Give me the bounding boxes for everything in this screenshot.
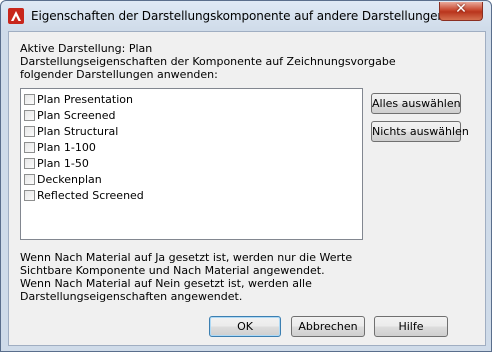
checkbox[interactable] [24,157,35,169]
list-item-label: Deckenplan [37,172,102,186]
list-item-plan-presentation[interactable]: Plan Presentation [24,91,133,107]
window-title: Eigenschaften der Darstellungskomponente… [31,9,484,23]
ok-button[interactable]: OK [209,316,281,337]
description-line-2: folgender Darstellungen anwenden: [20,68,218,81]
checkbox[interactable] [24,189,35,201]
list-item-deckenplan[interactable]: Deckenplan [24,171,102,187]
active-display-label: Aktive Darstellung: [20,42,126,55]
list-item-label: Plan Presentation [37,92,133,106]
dialog-window: Eigenschaften der Darstellungskomponente… [0,0,492,352]
checkbox[interactable] [24,93,35,105]
list-item-label: Plan 1-50 [37,156,89,170]
description-line-1: Darstellungseigenschaften der Komponente… [20,55,396,68]
list-item-label: Plan Structural [37,124,119,138]
autocad-app-icon [8,8,24,24]
info-line-3: Wenn Nach Material auf Nein gesetzt ist,… [20,277,312,290]
cancel-button[interactable]: Abbrechen [291,316,365,337]
list-item-plan-structural[interactable]: Plan Structural [24,123,118,139]
active-display-row: Aktive Darstellung: Plan [20,42,152,55]
list-item-plan-1-100[interactable]: Plan 1-100 [24,139,96,155]
select-none-button[interactable]: Nichts auswählen [371,121,469,142]
help-button[interactable]: Hilfe [374,316,448,337]
active-display-value: Plan [128,42,153,55]
close-button[interactable]: ✕ [439,1,483,21]
close-icon: ✕ [455,1,467,17]
checkbox[interactable] [24,125,35,137]
checkbox[interactable] [24,173,35,185]
checkbox[interactable] [24,141,35,153]
info-line-1: Wenn Nach Material auf Ja gesetzt ist, w… [20,251,353,264]
checkbox[interactable] [24,109,35,121]
info-line-4: Darstellungseigenschaften angewendet. [20,290,243,303]
dialog-content: Aktive Darstellung: Plan Darstellungseig… [8,31,486,346]
list-item-label: Plan 1-100 [37,140,96,154]
list-item-label: Reflected Screened [37,188,144,202]
select-all-button[interactable]: Alles auswählen [371,93,461,114]
list-item-label: Plan Screened [37,108,116,122]
title-bar: Eigenschaften der Darstellungskomponente… [1,1,491,31]
list-item-plan-1-50[interactable]: Plan 1-50 [24,155,89,171]
list-item-plan-screened[interactable]: Plan Screened [24,107,115,123]
info-line-2: Sichtbare Komponente und Nach Material a… [20,264,325,277]
list-item-reflected-screened[interactable]: Reflected Screened [24,187,144,203]
display-listbox[interactable]: Plan Presentation Plan Screened Plan Str… [20,88,363,240]
